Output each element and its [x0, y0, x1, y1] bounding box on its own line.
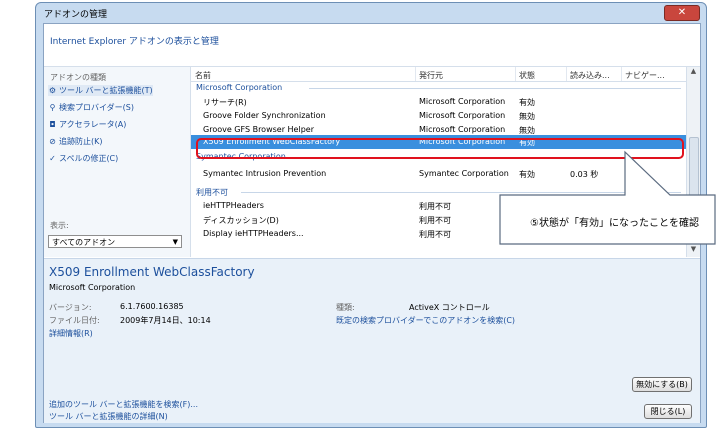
col-status[interactable]: 状態 [519, 70, 535, 81]
row-name: Groove GFS Browser Helper [203, 125, 314, 134]
callout-text: ⑤状態が「有効」になったことを確認 [530, 218, 699, 229]
row-publisher: 利用不可 [419, 230, 451, 239]
type-label: 追跡防止(K) [59, 137, 103, 146]
header: Internet Explorer アドオンの表示と管理 [44, 24, 700, 66]
table-row[interactable]: Groove Folder Synchronization Microsoft … [191, 109, 686, 123]
close-window-button[interactable]: ✕ [664, 5, 700, 21]
find-more-link[interactable]: 追加のツール バーと拡張機能を検索(F)... [49, 399, 198, 410]
row-name: Groove Folder Synchronization [203, 111, 326, 120]
row-name: Symantec Intrusion Prevention [203, 169, 327, 178]
search-icon: ⚲ [49, 103, 56, 112]
col-name[interactable]: 名前 [195, 70, 211, 81]
row-publisher: Microsoft Corporation [419, 125, 506, 134]
row-publisher: 利用不可 [419, 202, 451, 211]
type-value: ActiveX コントロール [409, 303, 490, 312]
type-label: スペルの修正(C) [59, 154, 119, 163]
title-bar: アドオンの管理 ✕ [36, 3, 706, 23]
row-publisher: Symantec Corporation [419, 169, 509, 178]
header-title: Internet Explorer アドオンの表示と管理 [50, 37, 219, 47]
row-name: ディスカッション(D) [203, 216, 279, 225]
row-name: ieHTTPHeaders [203, 201, 264, 210]
row-load-time: 0.03 秒 [570, 170, 599, 179]
row-name: Display ieHTTPHeaders... [203, 229, 304, 238]
column-divider[interactable] [566, 67, 567, 81]
chevron-down-icon: ▼ [172, 238, 178, 246]
addon-types-pane: アドオンの種類 ⚙ ツール バーと拡張機能(T) ⚲ 検索プロバイダー(S) ◘… [44, 67, 191, 257]
row-status: 無効 [519, 126, 535, 134]
row-publisher: Microsoft Corporation [419, 111, 506, 120]
row-status: 有効 [519, 98, 535, 107]
scroll-thumb[interactable] [689, 137, 699, 209]
type-tracking-protection[interactable]: ⊘ 追跡防止(K) [48, 136, 103, 147]
display-label: 表示: [50, 221, 69, 230]
file-date-value: 2009年7月14日、10:14 [120, 316, 211, 325]
accelerator-icon: ◘ [49, 120, 56, 129]
table-row[interactable]: ieHTTPHeaders 利用不可 [191, 199, 686, 213]
table-row[interactable]: Groove GFS Browser Helper Microsoft Corp… [191, 123, 686, 134]
display-select[interactable]: すべてのアドオン ▼ [48, 235, 182, 248]
type-search-providers[interactable]: ⚲ 検索プロバイダー(S) [48, 102, 134, 113]
col-publisher[interactable]: 発行元 [419, 70, 443, 81]
version-value: 6.1.7600.16385 [120, 302, 184, 311]
column-divider[interactable] [415, 67, 416, 81]
table-row[interactable]: リサーチ(R) Microsoft Corporation 有効 [191, 95, 686, 109]
type-label: アクセラレータ(A) [59, 120, 127, 129]
more-info-link[interactable]: 詳細情報(R) [49, 328, 93, 339]
gear-icon: ⚙ [48, 86, 57, 95]
scroll-down-icon[interactable]: ▼ [687, 245, 700, 257]
display-value: すべてのアドオン [52, 238, 116, 247]
row-publisher: Microsoft Corporation [419, 97, 506, 106]
column-divider[interactable] [515, 67, 516, 81]
row-status: 無効 [519, 112, 535, 121]
row-status: 有効 [519, 170, 535, 179]
column-header: 名前 発行元 状態 読み込み... ナビゲー... [191, 67, 686, 82]
type-accelerators[interactable]: ◘ アクセラレータ(A) [48, 119, 126, 130]
group-header: Microsoft Corporation [196, 83, 283, 92]
disable-button[interactable]: 無効にする(B) [632, 377, 692, 392]
scroll-up-icon[interactable]: ▲ [687, 67, 700, 79]
col-navigation[interactable]: ナビゲー... [625, 70, 665, 81]
version-label: バージョン: [49, 303, 92, 312]
learn-more-link[interactable]: ツール バーと拡張機能の詳細(N) [49, 411, 168, 422]
column-divider[interactable] [621, 67, 622, 81]
detail-addon-name: X509 Enrollment WebClassFactory [49, 265, 255, 279]
window-title: アドオンの管理 [44, 10, 108, 20]
group-header: 利用不可 [196, 188, 228, 197]
type-label: ツール バーと拡張機能(T) [59, 86, 153, 95]
group-divider [241, 192, 681, 193]
group-divider [309, 88, 681, 89]
search-addon-link[interactable]: 既定の検索プロバイダーでこのアドオンを検索(C) [336, 315, 515, 326]
type-label: 検索プロバイダー(S) [59, 103, 134, 112]
type-toolbars-extensions[interactable]: ⚙ ツール バーと拡張機能(T) [48, 85, 153, 96]
addon-types-label: アドオンの種類 [50, 73, 106, 82]
table-row[interactable]: Display ieHTTPHeaders... 利用不可 [191, 227, 686, 241]
type-spelling[interactable]: ✓ スペルの修正(C) [48, 153, 118, 164]
spellcheck-icon: ✓ [49, 154, 56, 163]
highlight-box [196, 138, 684, 159]
detail-pane: X509 Enrollment WebClassFactory Microsof… [44, 258, 700, 423]
close-button[interactable]: 閉じる(L) [644, 404, 692, 419]
detail-publisher: Microsoft Corporation [49, 283, 136, 292]
type-label: 種類: [336, 303, 355, 312]
file-date-label: ファイル日付: [49, 316, 100, 325]
table-row[interactable]: Symantec Intrusion Prevention Symantec C… [191, 167, 686, 181]
row-publisher: 利用不可 [419, 216, 451, 225]
block-icon: ⊘ [49, 137, 56, 146]
row-name: リサーチ(R) [203, 98, 247, 107]
col-load-time[interactable]: 読み込み... [570, 70, 610, 81]
